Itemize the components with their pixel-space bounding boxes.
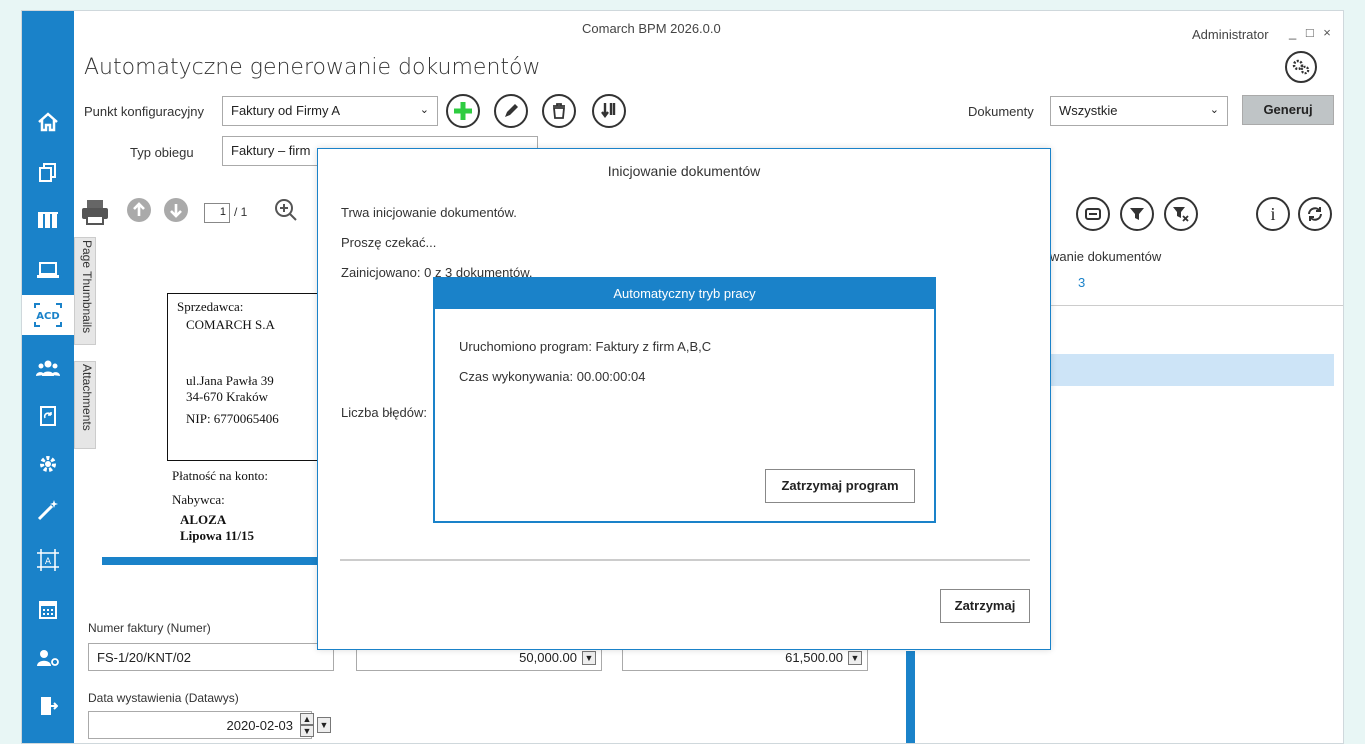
svg-text:A: A xyxy=(45,557,52,567)
import-button[interactable] xyxy=(592,94,626,128)
edit-button[interactable] xyxy=(494,94,528,128)
issue-date-label: Data wystawienia (Datawys) xyxy=(88,691,239,705)
chevron-down-icon: ⌄ xyxy=(1209,104,1219,116)
window-title: Comarch BPM 2026.0.0 xyxy=(582,21,721,36)
wand-icon[interactable] xyxy=(22,491,74,529)
page-total: / 1 xyxy=(234,205,248,219)
users-icon[interactable] xyxy=(22,349,74,387)
right-panel-count: 3 xyxy=(1078,275,1086,290)
delete-button[interactable] xyxy=(542,94,576,128)
generate-button[interactable]: Generuj xyxy=(1242,95,1334,125)
tab-page-thumbnails[interactable]: Page Thumbnails xyxy=(74,237,96,345)
invoice-number-label: Numer faktury (Numer) xyxy=(88,621,211,635)
buyer-label: Nabywca: xyxy=(172,492,225,507)
zoom-in-icon[interactable] xyxy=(272,196,300,224)
type-value: Faktury – firm xyxy=(231,143,311,158)
tab-attachments[interactable]: Attachments xyxy=(74,361,96,449)
info-icon[interactable]: i xyxy=(1256,197,1290,231)
stop-button[interactable]: Zatrzymaj xyxy=(940,589,1030,623)
auto-mode-dialog: Automatyczny tryb pracy Uruchomiono prog… xyxy=(433,277,936,523)
svg-text:ACD: ACD xyxy=(36,311,59,322)
divider xyxy=(340,559,1030,561)
gross-dropdown-icon[interactable]: ▼ xyxy=(848,651,862,665)
chevron-down-icon: ⌄ xyxy=(419,104,429,116)
page-number-input[interactable]: 1 xyxy=(204,203,230,223)
exit-icon[interactable] xyxy=(22,687,74,725)
preview-scrollbar[interactable] xyxy=(102,557,322,565)
seller-city: 34-670 Kraków xyxy=(186,389,268,404)
divider xyxy=(1050,305,1343,306)
payment-label: Płatność na konto: xyxy=(172,468,269,483)
clear-filter-icon[interactable] xyxy=(1164,197,1198,231)
user-key-icon[interactable] xyxy=(22,639,74,677)
init-wait: Proszę czekać... xyxy=(341,235,437,250)
auto-mode-title: Automatyczny tryb pracy xyxy=(435,279,934,309)
library-icon[interactable] xyxy=(22,201,74,239)
issue-date-field[interactable]: 2020-02-03 xyxy=(88,711,312,739)
execution-time: Czas wykonywania: 00.00:00:04 xyxy=(459,369,646,384)
date-picker-icon[interactable]: ▼ xyxy=(317,717,331,733)
settings-icon[interactable] xyxy=(22,445,74,483)
documents-select[interactable]: Wszystkie ⌄ xyxy=(1050,96,1228,126)
seller-label: Sprzedawca: xyxy=(177,299,244,314)
form-scrollbar[interactable] xyxy=(906,651,915,743)
seller-name: COMARCH S.A xyxy=(186,317,275,332)
documents-label: Dokumenty xyxy=(968,104,1034,119)
documents-value: Wszystkie xyxy=(1059,103,1118,118)
right-panel-heading: wanie dokumentów xyxy=(1050,249,1162,264)
config-select[interactable]: Faktury od Firmy A ⌄ xyxy=(222,96,438,126)
invoice-number-field[interactable]: FS-1/20/KNT/02 xyxy=(88,643,334,671)
seller-street: ul.Jana Pawła 39 xyxy=(186,373,274,388)
print-icon[interactable] xyxy=(78,195,112,229)
user-name[interactable]: Administrator xyxy=(1192,27,1269,42)
window-controls[interactable]: _ □ × xyxy=(1289,25,1334,40)
refresh-doc-icon[interactable] xyxy=(22,397,74,435)
next-page-icon[interactable] xyxy=(162,196,190,224)
init-errors: Liczba błędów: xyxy=(341,405,427,420)
scan-icon[interactable] xyxy=(1076,197,1110,231)
list-item[interactable] xyxy=(1050,354,1334,386)
settings-gears-icon[interactable] xyxy=(1285,51,1317,83)
date-up-icon[interactable]: ▲ xyxy=(300,713,314,725)
filter-icon[interactable] xyxy=(1120,197,1154,231)
config-value: Faktury od Firmy A xyxy=(231,103,341,118)
page-title: Automatyczne generowanie dokumentów xyxy=(84,55,541,80)
config-label: Punkt konfiguracyjny xyxy=(84,104,204,119)
app-window: ACD A Comarch BPM 2026.0.0 Administrator… xyxy=(21,10,1344,744)
acd-icon[interactable]: ACD xyxy=(22,295,74,335)
sidebar: ACD A xyxy=(22,11,74,743)
calendar-icon[interactable] xyxy=(22,591,74,629)
init-status: Trwa inicjowanie dokumentów. xyxy=(341,205,517,220)
previous-page-icon[interactable] xyxy=(125,196,153,224)
type-label: Typ obiegu xyxy=(130,145,194,160)
program-running: Uruchomiono program: Faktury z firm A,B,… xyxy=(459,339,712,354)
home-icon[interactable] xyxy=(22,103,74,141)
buyer-street: Lipowa 11/15 xyxy=(180,528,255,543)
net-dropdown-icon[interactable]: ▼ xyxy=(582,651,596,665)
init-dialog-title: Inicjowanie dokumentów xyxy=(607,163,761,179)
seller-nip: NIP: 6770065406 xyxy=(186,411,279,426)
refresh-icon[interactable] xyxy=(1298,197,1332,231)
laptop-icon[interactable] xyxy=(22,251,74,289)
date-down-icon[interactable]: ▼ xyxy=(300,725,314,737)
add-button[interactable] xyxy=(446,94,480,128)
documents-icon[interactable] xyxy=(22,153,74,191)
stop-program-button[interactable]: Zatrzymaj program xyxy=(765,469,915,503)
buyer-name: ALOZA xyxy=(180,512,227,527)
ocr-icon[interactable]: A xyxy=(22,541,74,579)
